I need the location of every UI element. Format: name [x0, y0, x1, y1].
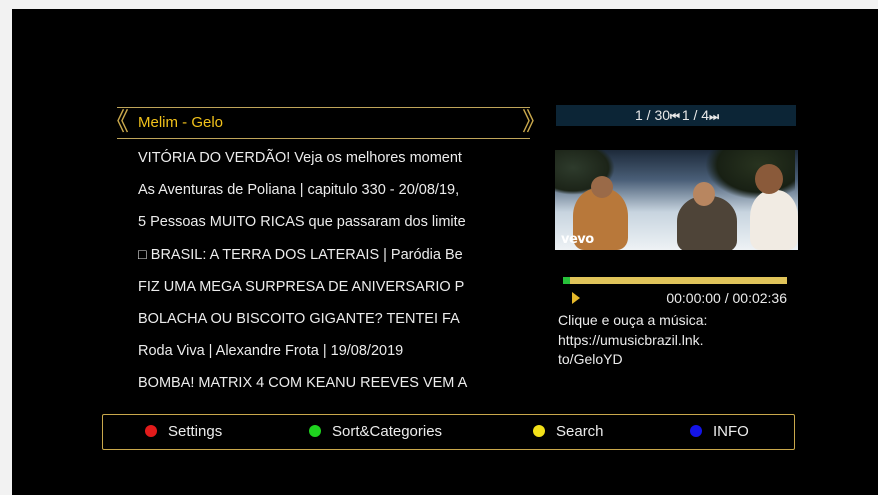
video-list-item[interactable]: BOLACHA OU BISCOITO GIGANTE? TENTEI FA — [138, 306, 510, 338]
video-list: VITÓRIA DO VERDÃO! Veja os melhores mome… — [138, 145, 510, 403]
color-key-bar: Settings Sort&Categories Search INFO — [102, 414, 795, 450]
video-list-item[interactable]: BOMBA! MATRIX 4 COM KEANU REEVES VEM A — [138, 370, 510, 402]
sort-categories-label: Sort&Categories — [332, 423, 443, 440]
skip-forward-icon[interactable]: ⏭ — [709, 111, 719, 123]
tv-screen: 《 Melim - Gelo 》 VITÓRIA DO VERDÃO! Veja… — [12, 9, 878, 495]
list-page-number: 1 / 30 — [635, 107, 671, 123]
green-key-icon — [309, 425, 321, 437]
info-button[interactable]: INFO — [690, 415, 749, 449]
video-list-item[interactable]: Roda Viva | Alexandre Frota | 19/08/2019 — [138, 338, 510, 370]
sort-categories-button[interactable]: Sort&Categories — [309, 415, 442, 449]
yellow-key-icon — [533, 425, 545, 437]
video-list-item[interactable]: 5 Pessoas MUITO RICAS que passaram dos l… — [138, 209, 510, 241]
header-bottom-rule — [117, 138, 530, 139]
video-description: Clique e ouça a música: https://umusicbr… — [558, 312, 708, 367]
play-icon[interactable] — [572, 292, 580, 304]
vevo-logo: vevo — [561, 232, 594, 247]
settings-button[interactable]: Settings — [145, 415, 222, 449]
next-category-icon[interactable]: 》 — [522, 108, 547, 136]
thumbnail-person — [750, 190, 798, 250]
item-page-number: 1 / 4 — [681, 107, 710, 123]
category-title: Melim - Gelo — [138, 114, 224, 131]
video-thumbnail[interactable]: vevo — [555, 150, 798, 250]
skip-back-icon[interactable]: ⏮ — [670, 111, 680, 123]
thumbnail-person-head — [693, 182, 715, 206]
red-key-icon — [145, 425, 157, 437]
video-list-item[interactable]: As Aventuras de Poliana | capitulo 330 -… — [138, 177, 510, 209]
video-list-item[interactable]: VITÓRIA DO VERDÃO! Veja os melhores mome… — [138, 145, 510, 177]
thumbnail-person-head — [591, 176, 613, 198]
playback-progress-fill — [563, 277, 570, 284]
header-top-rule — [117, 107, 530, 108]
video-list-item[interactable]: FIZ UMA MEGA SURPRESA DE ANIVERSARIO P — [138, 274, 510, 306]
search-button[interactable]: Search — [533, 415, 604, 449]
settings-label: Settings — [168, 423, 223, 440]
blue-key-icon — [690, 425, 702, 437]
info-label: INFO — [713, 423, 749, 440]
page-counter: 1 / 30⏮ 1 / 4⏭ — [556, 105, 796, 126]
category-header: 《 Melim - Gelo 》 — [104, 106, 547, 140]
video-list-item[interactable]: □ BRASIL: A TERRA DOS LATERAIS | Paródia… — [138, 242, 510, 274]
prev-category-icon[interactable]: 《 — [104, 108, 129, 136]
thumbnail-person-head — [755, 164, 783, 194]
playback-time: 00:00:00 / 00:02:36 — [666, 290, 787, 306]
playback-progress-bar[interactable] — [563, 277, 787, 284]
search-label: Search — [556, 423, 604, 440]
